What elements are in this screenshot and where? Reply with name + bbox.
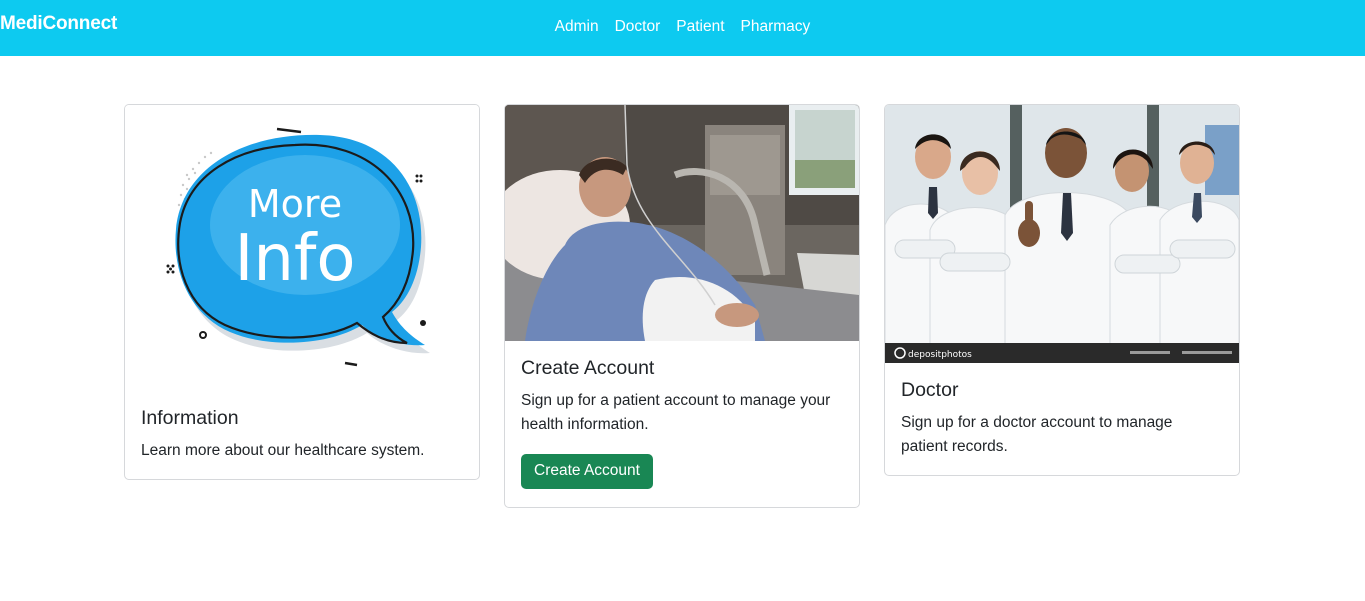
create-account-card-body: Create Account Sign up for a patient acc… bbox=[505, 341, 859, 507]
doctor-card-body: Doctor Sign up for a doctor account to m… bbox=[885, 363, 1239, 475]
nav-link-pharmacy[interactable]: Pharmacy bbox=[733, 18, 819, 36]
nav-link-doctor[interactable]: Doctor bbox=[607, 18, 669, 36]
doctor-card-title: Doctor bbox=[901, 379, 959, 401]
nav-link-admin[interactable]: Admin bbox=[547, 18, 607, 36]
information-card: More Info Information Learn more about o… bbox=[124, 104, 480, 480]
navbar: MediConnect Admin Doctor Patient Pharmac… bbox=[0, 0, 1365, 56]
information-card-text: Learn more about our healthcare system. bbox=[141, 442, 425, 459]
speech-bubble-icon: More Info bbox=[125, 105, 479, 383]
doctors-team-image: depositphotos bbox=[885, 105, 1239, 363]
information-card-title: Information bbox=[141, 407, 239, 429]
depositphotos-watermark: depositphotos bbox=[908, 350, 972, 360]
doctor-card-text: Sign up for a doctor account to manage p… bbox=[901, 414, 1173, 455]
create-account-button[interactable]: Create Account bbox=[521, 454, 653, 489]
patient-hospital-bed-image bbox=[505, 105, 859, 341]
svg-text:Info: Info bbox=[234, 222, 355, 296]
doctor-card: depositphotos Doctor Sign up for a docto… bbox=[884, 104, 1240, 476]
nav-links: Admin Doctor Patient Pharmacy bbox=[0, 18, 1365, 36]
information-card-body: Information Learn more about our healthc… bbox=[125, 383, 479, 479]
more-info-text: More bbox=[248, 182, 342, 226]
create-account-card: Create Account Sign up for a patient acc… bbox=[504, 104, 860, 508]
create-account-card-text: Sign up for a patient account to manage … bbox=[521, 392, 831, 433]
create-account-card-title: Create Account bbox=[521, 357, 655, 379]
nav-link-patient[interactable]: Patient bbox=[668, 18, 732, 36]
more-info-image: More Info bbox=[125, 105, 479, 383]
